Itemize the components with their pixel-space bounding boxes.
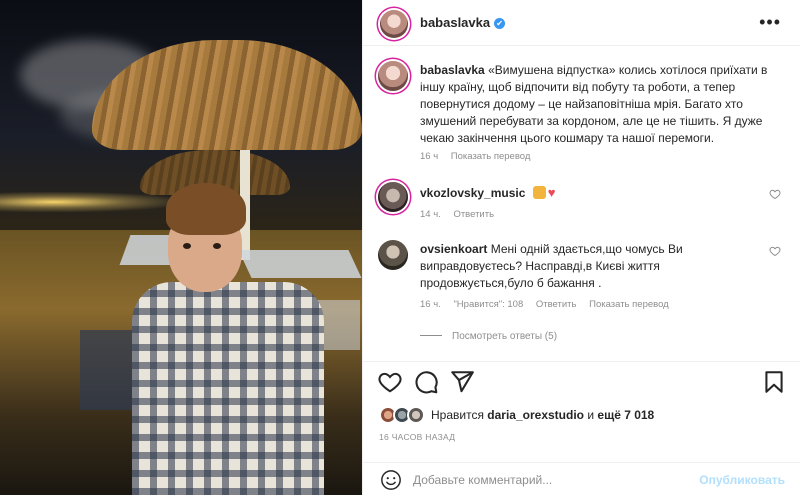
add-comment-bar: Опубликовать (363, 462, 800, 495)
boy-eye (183, 243, 191, 249)
post-photo[interactable] (0, 0, 362, 495)
comment-translate-link[interactable]: Показать перевод (589, 299, 669, 310)
likes-row: Нравится daria_orexstudio и ещё 7 018 (363, 402, 800, 428)
likes-summary: Нравится daria_orexstudio и ещё 7 018 (431, 408, 654, 422)
red-heart-emoji-icon: ♥ (547, 185, 556, 200)
caption-username[interactable]: babaslavka (420, 63, 485, 77)
likes-count-link[interactable]: ещё 7 018 (597, 408, 654, 422)
comment-likes-count[interactable]: "Нравится": 108 (453, 299, 523, 310)
view-replies-row[interactable]: Посмотреть ответы (5) (420, 331, 567, 342)
like-heart-icon[interactable] (377, 369, 403, 395)
emoji-face-icon (532, 186, 546, 199)
comment-username[interactable]: ovsienkoart (420, 242, 487, 256)
boy-plaid-jacket (132, 282, 324, 495)
liker-avatar[interactable] (407, 406, 425, 424)
author-username-row: babaslavka ✔ (420, 15, 506, 30)
post-actions (363, 361, 800, 401)
comment-text-block: vkozlovsky_music ♥ (420, 184, 750, 202)
view-replies-link[interactable]: Посмотреть ответы (5) (452, 331, 557, 342)
replies-divider-line (420, 335, 442, 336)
author-avatar[interactable] (380, 10, 408, 38)
comment-text-block: ovsienkoart Мені одній здається,що чомус… (420, 241, 750, 292)
comment-like-icon[interactable] (769, 245, 781, 257)
caption-time: 16 ч (420, 151, 439, 162)
comment-avatar[interactable] (378, 182, 408, 212)
comment-reply-link[interactable]: Ответить (536, 299, 577, 310)
comment-meta: 14 ч. Ответить (420, 209, 504, 220)
caption-translate-link[interactable]: Показать перевод (451, 151, 531, 162)
comment-reply-link[interactable]: Ответить (453, 209, 494, 220)
city-lights (0, 192, 180, 212)
comment-time: 16 ч. (420, 299, 441, 310)
boy-eye (213, 243, 221, 249)
caption-avatar[interactable] (378, 61, 408, 91)
boy-hair (166, 183, 246, 235)
instagram-post: babaslavka ✔ ••• babaslavka «Вимушена від… (0, 0, 800, 495)
comment-time: 14 ч. (420, 209, 441, 220)
post-time-ago[interactable]: 16 ЧАСОВ НАЗАД (379, 432, 455, 442)
comment-input[interactable] (413, 470, 703, 490)
post-side-panel: babaslavka ✔ ••• babaslavka «Вимушена від… (362, 0, 800, 495)
caption-meta: 16 ч Показать перевод (420, 151, 540, 162)
post-header: babaslavka ✔ ••• (363, 0, 800, 46)
author-username[interactable]: babaslavka (420, 15, 490, 30)
sun-lounger (238, 250, 362, 278)
comment-username[interactable]: vkozlovsky_music (420, 186, 525, 200)
comment-avatar[interactable] (378, 240, 408, 270)
comments-section: babaslavka «Вимушена відпустка» колись х… (363, 47, 800, 361)
paper-plane-icon[interactable] (449, 369, 475, 395)
more-options-button[interactable]: ••• (759, 12, 781, 33)
comment-bubble-icon[interactable] (413, 369, 439, 395)
likes-prefix: Нравится (431, 408, 484, 422)
publish-button[interactable]: Опубликовать (699, 473, 785, 487)
likes-and: и (587, 408, 595, 422)
caption-text-block: babaslavka «Вимушена відпустка» колись х… (420, 62, 780, 147)
bookmark-icon[interactable] (761, 369, 787, 395)
likes-user[interactable]: daria_orexstudio (487, 408, 584, 422)
comment-like-icon[interactable] (769, 188, 781, 200)
verified-badge-icon: ✔ (494, 18, 506, 29)
smiley-icon[interactable] (380, 469, 402, 491)
comment-meta: 16 ч. "Нравится": 108 Ответить Показать … (420, 299, 679, 310)
